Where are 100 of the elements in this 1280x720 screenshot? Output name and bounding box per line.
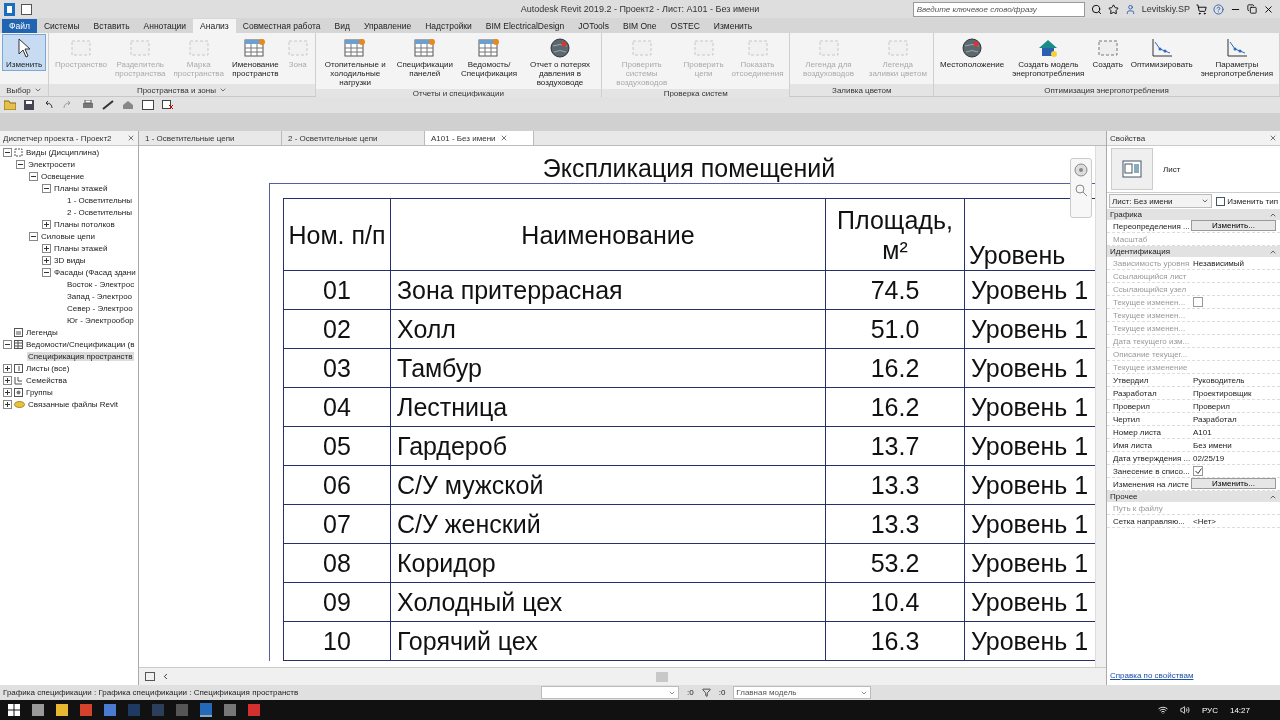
tree-item[interactable]: Планы потолков xyxy=(53,219,116,229)
edit-button[interactable]: Изменить... xyxy=(1191,478,1276,489)
app-icon[interactable] xyxy=(4,2,15,16)
tree-item[interactable]: Планы этажей xyxy=(53,183,109,193)
ribbon-button[interactable]: Именование пространств xyxy=(227,34,283,80)
ribbon-tab[interactable]: BIM One xyxy=(616,19,664,33)
help-icon[interactable] xyxy=(1213,3,1224,15)
search-icon[interactable] xyxy=(1090,3,1102,15)
tree-item[interactable]: Легенды xyxy=(25,327,59,337)
ribbon-button[interactable]: Параметры энергопотребления xyxy=(1196,34,1277,80)
ribbon-button[interactable]: Изменить xyxy=(2,34,47,71)
expand-toggle[interactable] xyxy=(42,255,51,265)
tree-item[interactable]: Ведомости/Спецификации (в xyxy=(25,339,136,349)
ribbon-button[interactable]: Оптимизировать xyxy=(1126,34,1197,71)
tree-item[interactable]: Связанные файлы Revit xyxy=(27,399,119,409)
ribbon-tab[interactable]: BIM ElectricalDesign xyxy=(478,19,572,33)
volume-icon[interactable] xyxy=(1179,705,1190,715)
windows-icon[interactable] xyxy=(8,704,20,716)
house-icon[interactable] xyxy=(122,100,134,110)
ribbon-tab[interactable]: Анализ xyxy=(193,19,236,33)
user-name[interactable]: Levitskiy.SP xyxy=(1141,4,1190,14)
ribbon-button[interactable]: Отчет о потерях давления в воздуховоде xyxy=(521,34,599,89)
ribbon-tab[interactable]: Вид xyxy=(327,19,357,33)
ribbon-tab[interactable]: Аннотации xyxy=(136,19,194,33)
ribbon-tab[interactable]: Совместная работа xyxy=(235,19,328,33)
cart-icon[interactable] xyxy=(1196,3,1207,15)
measure-icon[interactable] xyxy=(102,100,114,110)
restore-icon[interactable] xyxy=(1247,4,1257,14)
expand-toggle[interactable] xyxy=(42,219,51,229)
tree-item[interactable]: Виды (Дисциплина) xyxy=(25,147,101,157)
scroll-thumb[interactable] xyxy=(656,671,668,682)
expand-toggle[interactable] xyxy=(3,147,12,157)
help-link[interactable]: Справка по свойствам xyxy=(1107,671,1280,685)
zoom-icon[interactable] xyxy=(1074,183,1088,197)
ribbon-tab[interactable]: OSTEC xyxy=(663,19,707,33)
tree-item[interactable]: 2 - Осветительны xyxy=(66,207,134,217)
tree-item[interactable]: Восток - Электрос xyxy=(66,279,136,289)
expand-toggle[interactable] xyxy=(42,243,51,253)
expand-toggle[interactable] xyxy=(3,387,12,397)
search-field[interactable]: Введите ключевое слово/фразу xyxy=(912,1,1085,17)
view-tab[interactable]: A101 - Без имени xyxy=(425,131,534,145)
tree-item[interactable]: Фасады (Фасад здани xyxy=(53,267,137,277)
expand-toggle[interactable] xyxy=(3,363,12,373)
instance-dropdown[interactable]: Лист: Без имени xyxy=(1109,194,1213,208)
ribbon-button[interactable]: Ведомость/ Спецификация xyxy=(456,34,522,80)
expand-toggle[interactable] xyxy=(3,339,12,349)
vertical-scrollbar[interactable] xyxy=(1095,146,1106,667)
ribbon-button[interactable]: Создать модель энергопотребления xyxy=(1008,34,1089,80)
ribbon-tab[interactable]: Файл xyxy=(2,19,37,33)
user-icon[interactable] xyxy=(1124,3,1136,15)
language-indicator[interactable]: РУС xyxy=(1201,705,1218,715)
print-icon[interactable] xyxy=(82,100,94,110)
tree-item[interactable]: Электросети xyxy=(27,159,77,169)
caret-icon[interactable] xyxy=(33,86,42,94)
folder-icon[interactable] xyxy=(4,100,16,110)
tree-item[interactable]: Семейства xyxy=(25,375,68,385)
clock[interactable]: 14:27 xyxy=(1229,705,1250,715)
tree-item[interactable]: Спецификация пространств xyxy=(27,351,134,361)
expand-toggle[interactable] xyxy=(42,267,51,277)
steering-wheel-icon[interactable] xyxy=(1074,163,1088,177)
edit-button[interactable]: Изменить... xyxy=(1191,220,1276,231)
tree-item[interactable]: Силовые цепи xyxy=(40,231,96,241)
tree-item[interactable]: Планы этажей xyxy=(53,243,109,253)
tree-item[interactable]: Юг - Электрообор xyxy=(66,315,135,325)
filter-icon[interactable] xyxy=(701,688,711,697)
edit-type-button[interactable]: Изменить тип xyxy=(1216,196,1278,206)
close-icon[interactable] xyxy=(1263,3,1274,15)
ribbon-tab[interactable]: Вставить xyxy=(86,19,137,33)
tree-item[interactable]: Запад - Электроо xyxy=(66,291,134,301)
caret-icon[interactable] xyxy=(218,86,227,94)
expand-toggle[interactable] xyxy=(29,171,38,181)
window-icon[interactable] xyxy=(142,100,154,110)
checkbox[interactable] xyxy=(1193,466,1203,476)
tree-item[interactable]: Листы (все) xyxy=(25,363,71,373)
expand-toggle[interactable] xyxy=(16,159,25,169)
tree-item[interactable]: Освещение xyxy=(40,171,86,181)
expand-toggle[interactable] xyxy=(3,399,12,409)
tree-item[interactable]: Группы xyxy=(25,387,54,397)
ribbon-tab[interactable]: Системы xyxy=(36,19,87,33)
tree-item[interactable]: Север - Электроо xyxy=(66,303,134,313)
ribbon-tab[interactable]: JOTools xyxy=(571,19,616,33)
ribbon-button[interactable]: Отопительные и холодильные нагрузки xyxy=(317,34,393,89)
document-icon[interactable] xyxy=(21,3,32,15)
ribbon-button[interactable]: Создать xyxy=(1088,34,1127,71)
close-views-icon[interactable] xyxy=(162,100,174,110)
wifi-icon[interactable] xyxy=(1157,705,1168,715)
expand-toggle[interactable] xyxy=(42,183,51,193)
expand-toggle[interactable] xyxy=(29,231,38,241)
ribbon-button[interactable]: Спецификации панелей xyxy=(392,34,457,80)
scroll-left-icon[interactable] xyxy=(161,672,170,681)
model-dropdown[interactable]: Главная модель xyxy=(733,686,872,699)
ribbon-tab[interactable]: Надстройки xyxy=(418,19,479,33)
view-control-icon[interactable] xyxy=(145,672,155,681)
star-icon[interactable] xyxy=(1107,3,1119,15)
ribbon-tab[interactable]: Управление xyxy=(356,19,419,33)
ribbon-tab[interactable]: Изменить xyxy=(706,19,760,33)
save-icon[interactable] xyxy=(24,100,34,110)
expand-toggle[interactable] xyxy=(3,375,12,385)
tree-item[interactable]: 3D виды xyxy=(53,255,87,265)
tree-item[interactable]: 1 - Осветительны xyxy=(66,195,134,205)
